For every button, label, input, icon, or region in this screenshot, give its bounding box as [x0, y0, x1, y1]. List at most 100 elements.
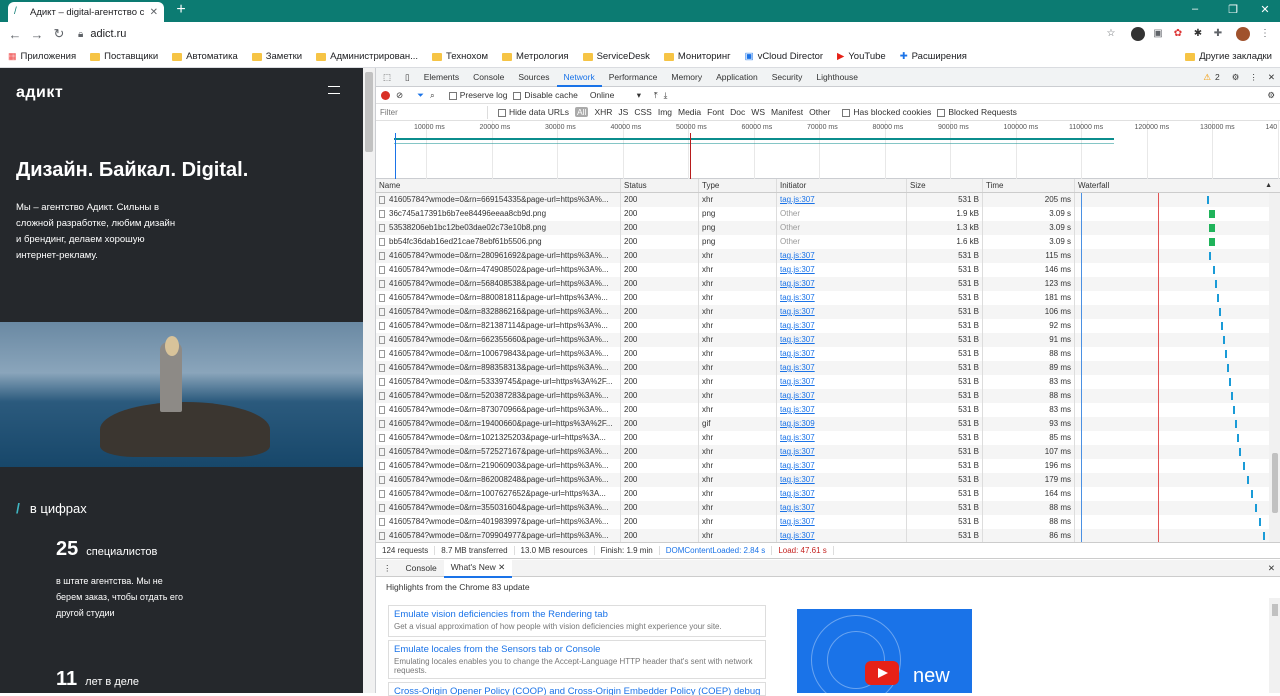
request-name-cell[interactable]: 41605784?wmode=0&rn=19400660&page-url=ht… [376, 417, 621, 431]
table-row[interactable]: bb54fc36dab16ed21cae78ebf61b5506.png 200 p… [376, 235, 1280, 249]
scrollbar-thumb[interactable] [1272, 604, 1278, 616]
scrollbar-thumb[interactable] [365, 72, 373, 152]
initiator-link[interactable]: tag.js:307 [780, 391, 815, 400]
table-row[interactable]: 41605784?wmode=0&rn=520387283&page-url=h… [376, 389, 1280, 403]
close-window-icon[interactable]: ✕ [1250, 3, 1280, 16]
table-row[interactable]: 41605784?wmode=0&rn=355031604&page-url=h… [376, 501, 1280, 515]
request-name-cell[interactable]: 41605784?wmode=0&rn=355031604&page-url=h… [376, 501, 621, 515]
column-header-size[interactable]: Size [907, 179, 983, 192]
initiator-link[interactable]: tag.js:307 [780, 307, 815, 316]
menu-dots-icon[interactable]: ⋮ [1258, 27, 1272, 41]
initiator-cell[interactable]: tag.js:307 [777, 445, 907, 459]
bookmark-apps[interactable]: ▦ Приложения [8, 51, 76, 62]
settings-gear-icon[interactable]: ⚙ [1232, 72, 1240, 83]
hide-data-urls-checkbox[interactable]: Hide data URLs [498, 107, 569, 117]
table-row[interactable]: 41605784?wmode=0&rn=1021325203&page-url=… [376, 431, 1280, 445]
bookmark-folder[interactable]: Поставщики [90, 51, 158, 62]
record-icon[interactable] [381, 90, 390, 100]
card-title[interactable]: Emulate locales from the Sensors tab or … [394, 644, 760, 655]
bookmark-folder[interactable]: Мониторинг [663, 51, 731, 62]
initiator-cell[interactable]: tag.js:307 [777, 291, 907, 305]
request-name-cell[interactable]: 41605784?wmode=0&rn=474908502&page-url=h… [376, 263, 621, 277]
hamburger-menu-icon[interactable] [328, 86, 340, 94]
initiator-link[interactable]: tag.js:307 [780, 489, 815, 498]
preserve-log-checkbox[interactable]: Preserve log [448, 90, 507, 100]
throttling-select[interactable]: Online ▾ [590, 90, 642, 101]
initiator-cell[interactable]: tag.js:307 [777, 347, 907, 361]
request-name-cell[interactable]: 41605784?wmode=0&rn=832886216&page-url=h… [376, 305, 621, 319]
initiator-cell[interactable]: tag.js:307 [777, 361, 907, 375]
profile-avatar[interactable] [1236, 27, 1250, 41]
initiator-link[interactable]: tag.js:307 [780, 251, 815, 260]
chrome-update-promo-image[interactable]: new [797, 609, 972, 693]
bookmark-folder[interactable]: Администрирован... [316, 51, 418, 62]
type-filter-ws[interactable]: WS [751, 107, 765, 117]
blocked-cookies-checkbox[interactable]: Has blocked cookies [842, 107, 931, 117]
request-name-cell[interactable]: 41605784?wmode=0&rn=219060903&page-url=h… [376, 459, 621, 473]
type-filter-doc[interactable]: Doc [730, 107, 745, 117]
table-scrollbar[interactable] [1269, 193, 1280, 542]
export-har-icon[interactable]: ⤓ [664, 90, 668, 101]
table-row[interactable]: 41605784?wmode=0&rn=669154335&page-url=h… [376, 193, 1280, 207]
table-row[interactable]: 41605784?wmode=0&rn=880081811&page-url=h… [376, 291, 1280, 305]
table-row[interactable]: 53538206eb1bc12be03dae02c73e10b8.png 200 p… [376, 221, 1280, 235]
request-name-cell[interactable]: 41605784?wmode=0&rn=1007627652&page-url=… [376, 487, 621, 501]
request-name-cell[interactable]: 41605784?wmode=0&rn=572527167&page-url=h… [376, 445, 621, 459]
initiator-link[interactable]: tag.js:307 [780, 335, 815, 344]
extensions-puzzle-icon[interactable]: ✚ [1211, 27, 1225, 41]
type-filter-font[interactable]: Font [707, 107, 724, 117]
drawer-menu-icon[interactable]: ⋮ [376, 560, 399, 577]
initiator-link[interactable]: tag.js:307 [780, 293, 815, 302]
initiator-cell[interactable]: tag.js:307 [777, 459, 907, 473]
bookmark-folder[interactable]: Метрология [502, 51, 569, 62]
initiator-link[interactable]: tag.js:307 [780, 195, 815, 204]
initiator-link[interactable]: tag.js:307 [780, 405, 815, 414]
initiator-cell[interactable]: tag.js:307 [777, 263, 907, 277]
extension-circle-icon[interactable] [1131, 27, 1145, 41]
table-row[interactable]: 41605784?wmode=0&rn=568408538&page-url=h… [376, 277, 1280, 291]
bookmark-folder[interactable]: Технохом [432, 51, 488, 62]
initiator-link[interactable]: tag.js:307 [780, 531, 815, 540]
tab-application[interactable]: Application [709, 68, 765, 87]
inspect-element-icon[interactable]: ⬚ [376, 68, 398, 87]
initiator-cell[interactable]: tag.js:307 [777, 375, 907, 389]
bookmark-vcloud[interactable]: ▣ vCloud Director [745, 51, 823, 62]
initiator-cell[interactable]: tag.js:309 [777, 417, 907, 431]
initiator-cell[interactable]: tag.js:307 [777, 515, 907, 529]
bookmark-folder[interactable]: ServiceDesk [582, 51, 650, 62]
tab-performance[interactable]: Performance [602, 68, 665, 87]
column-header-status[interactable]: Status [621, 179, 699, 192]
initiator-link[interactable]: tag.js:307 [780, 447, 815, 456]
warning-icon[interactable]: ⚠ [1203, 72, 1211, 83]
initiator-cell[interactable]: tag.js:307 [777, 487, 907, 501]
initiator-cell[interactable]: tag.js:307 [777, 305, 907, 319]
table-row[interactable]: 41605784?wmode=0&rn=898358313&page-url=h… [376, 361, 1280, 375]
extension-star-icon[interactable]: ✱ [1191, 27, 1205, 41]
table-row[interactable]: 41605784?wmode=0&rn=1007627652&page-url=… [376, 487, 1280, 501]
network-settings-icon[interactable]: ⚙ [1267, 90, 1280, 101]
bookmark-extensions[interactable]: ✚ Расширения [900, 51, 967, 62]
card-title[interactable]: Emulate vision deficiencies from the Ren… [394, 609, 760, 620]
request-name-cell[interactable]: 41605784?wmode=0&rn=709904977&page-url=h… [376, 529, 621, 542]
search-icon[interactable]: ⌕ [430, 90, 435, 101]
table-row[interactable]: 41605784?wmode=0&rn=474908502&page-url=h… [376, 263, 1280, 277]
tab-console[interactable]: Console [466, 68, 511, 87]
bookmark-folder[interactable]: Автоматика [172, 51, 238, 62]
filter-input[interactable] [376, 105, 488, 119]
close-drawer-icon[interactable]: ✕ [1268, 563, 1280, 574]
filter-funnel-icon[interactable]: ⏷ [417, 90, 424, 101]
bookmark-star-icon[interactable]: ☆ [1104, 27, 1118, 41]
request-name-cell[interactable]: 41605784?wmode=0&rn=280961692&page-url=h… [376, 249, 621, 263]
initiator-cell[interactable]: tag.js:307 [777, 249, 907, 263]
tab-elements[interactable]: Elements [417, 68, 466, 87]
browser-tab[interactable]: / Адикт – digital-агентство с Байк ✕ [8, 2, 164, 22]
drawer-tab-console[interactable]: Console [399, 560, 444, 577]
table-row[interactable]: 41605784?wmode=0&rn=832886216&page-url=h… [376, 305, 1280, 319]
table-row[interactable]: 41605784?wmode=0&rn=572527167&page-url=h… [376, 445, 1280, 459]
initiator-cell[interactable]: tag.js:307 [777, 403, 907, 417]
initiator-link[interactable]: tag.js:307 [780, 517, 815, 526]
initiator-cell[interactable]: tag.js:307 [777, 431, 907, 445]
import-har-icon[interactable]: ⤒ [654, 90, 658, 101]
drawer-tab-whats-new[interactable]: What's New ✕ [443, 558, 513, 578]
forward-icon[interactable]: → [26, 27, 48, 42]
